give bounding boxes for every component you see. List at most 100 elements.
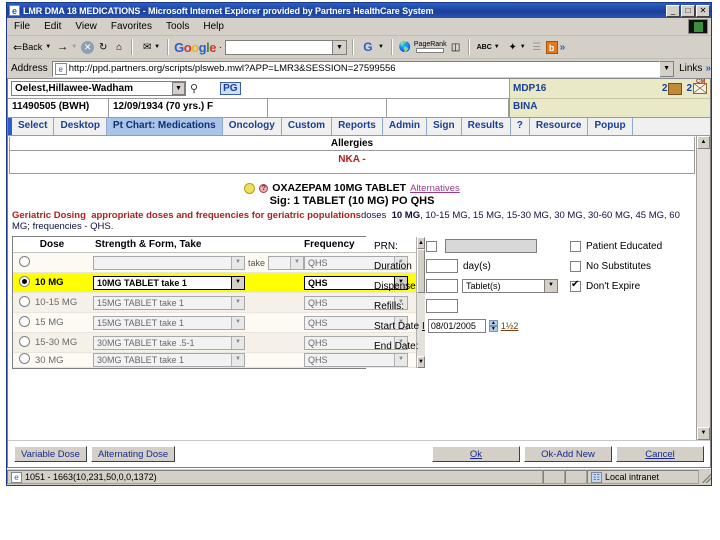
minimize-button[interactable]: _ <box>666 4 680 17</box>
links-overflow-icon[interactable]: » <box>705 63 711 74</box>
table-row[interactable]: 15-30 MG 30MG TABLET take .5-1 ▼ QHS ▼ <box>13 333 417 353</box>
tab-admin[interactable]: Admin <box>383 118 427 135</box>
tab-help[interactable]: ? <box>511 118 530 135</box>
menu-item-help[interactable]: Help <box>196 20 231 33</box>
patient-search-icon[interactable]: ⚲ <box>190 82 198 95</box>
dose-radio-icon[interactable] <box>18 295 30 307</box>
tab-resource[interactable]: Resource <box>530 118 589 135</box>
dose-radio-cell[interactable] <box>13 275 35 290</box>
strength-combo[interactable]: 30MG TABLET take .5-1 ▼ <box>93 335 245 350</box>
prn-checkbox[interactable] <box>426 240 437 252</box>
patient-dropdown-icon[interactable]: ▼ <box>172 82 185 95</box>
dose-radio-icon[interactable] <box>18 275 30 287</box>
dose-radio-icon[interactable] <box>18 353 30 364</box>
spinner-down-icon[interactable]: ▼ <box>488 326 498 332</box>
table-row[interactable]: 30 MG 30MG TABLET take 1 ▼ QHS ▼ <box>13 353 417 368</box>
google-search-input[interactable]: ▼ <box>224 39 347 55</box>
ok-add-new-button[interactable]: Ok-Add New <box>524 446 612 462</box>
strength-cell[interactable]: 15MG TABLET take 1 ▼ <box>93 315 304 330</box>
start-date-input[interactable]: 08/01/2005 <box>427 319 486 333</box>
variable-dose-button[interactable]: Variable Dose <box>14 446 87 462</box>
refills-input[interactable] <box>426 299 458 313</box>
tab-sign[interactable]: Sign <box>427 118 462 135</box>
back-dropdown-icon[interactable]: ▼ <box>45 44 51 50</box>
dose-radio-cell[interactable] <box>13 295 35 310</box>
page-scroll-track[interactable] <box>697 149 710 427</box>
tab-results[interactable]: Results <box>462 118 511 135</box>
start-date-spinner[interactable]: ▲ ▼ <box>488 320 498 332</box>
tab-select[interactable]: Select <box>12 118 55 135</box>
refresh-icon[interactable]: ↻ <box>96 40 110 54</box>
tab-oncology[interactable]: Oncology <box>223 118 282 135</box>
popup-blocker-icon[interactable]: b <box>545 40 558 54</box>
calculator-icon[interactable]: 1½2 <box>501 321 519 331</box>
strength-combo[interactable]: ▼ <box>93 255 245 270</box>
chevron-down-icon[interactable]: ▼ <box>231 256 244 269</box>
tab-reports[interactable]: Reports <box>332 118 383 135</box>
ok-button[interactable]: Ok <box>432 446 520 462</box>
dont-expire-checkbox[interactable] <box>570 279 581 292</box>
no-substitutes-row[interactable]: No Substitutes <box>570 256 692 276</box>
patient-select[interactable]: Oelest,Hillawee-Wadham ▼ <box>11 81 186 96</box>
chevron-down-icon[interactable]: ▼ <box>231 316 244 329</box>
patient-educated-row[interactable]: Patient Educated <box>570 236 692 256</box>
chevron-down-icon[interactable]: ▼ <box>231 276 244 289</box>
menu-item-view[interactable]: View <box>68 20 104 33</box>
tab-pt-chart-medications[interactable]: Pt Chart: Medications <box>106 118 223 135</box>
menu-item-edit[interactable]: Edit <box>37 20 68 33</box>
start-date-prefix[interactable]: I <box>422 321 425 332</box>
strength-cell[interactable]: 15MG TABLET take 1 ▼ <box>93 295 304 310</box>
page-scrollbar[interactable]: ▲ ▼ <box>696 136 710 440</box>
menu-item-tools[interactable]: Tools <box>159 20 196 33</box>
address-input[interactable]: e http://ppd.partners.org/scripts/plsweb… <box>51 60 661 77</box>
resize-grip-icon[interactable] <box>699 471 711 483</box>
dose-radio-icon[interactable] <box>18 315 30 327</box>
patient-educated-checkbox[interactable] <box>570 240 581 252</box>
highlight-dropdown-icon[interactable]: ▼ <box>520 44 526 50</box>
chevron-down-icon[interactable]: ▼ <box>290 256 304 269</box>
dispense-input[interactable] <box>426 279 458 293</box>
forward-button[interactable]: → ▼ <box>55 41 79 53</box>
dose-radio-icon[interactable] <box>18 335 30 347</box>
menu-item-favorites[interactable]: Favorites <box>104 20 159 33</box>
page-info-icon[interactable]: ◫ <box>449 40 463 54</box>
home-icon[interactable]: ⌂ <box>112 40 126 54</box>
help-dot-icon[interactable]: ? <box>259 183 269 193</box>
tab-popup[interactable]: Popup <box>588 118 633 135</box>
strength-cell[interactable]: 10MG TABLET take 1 ▼ <box>93 275 304 290</box>
address-dropdown-icon[interactable]: ▼ <box>660 60 675 77</box>
alternating-dose-button[interactable]: Alternating Dose <box>90 446 176 462</box>
spellcheck-dropdown-icon[interactable]: ▼ <box>494 44 500 50</box>
envelope-icon[interactable]: CM <box>693 79 707 94</box>
chevron-down-icon[interactable]: ▼ <box>231 336 244 349</box>
page-scroll-up-icon[interactable]: ▲ <box>697 136 710 149</box>
table-row[interactable]: 10-15 MG 15MG TABLET take 1 ▼ QHS ▼ <box>13 293 417 313</box>
links-label[interactable]: Links <box>679 63 702 74</box>
table-row[interactable]: ▼ take ▼ QHS ▼ <box>13 253 417 273</box>
toolbar-overflow-icon[interactable]: » <box>560 42 566 53</box>
strength-cell[interactable]: ▼ take ▼ <box>93 255 305 270</box>
page-scroll-down-icon[interactable]: ▼ <box>697 427 710 440</box>
notes-icon[interactable]: ☰ <box>530 40 544 54</box>
dose-radio-cell[interactable] <box>13 353 35 367</box>
alternatives-link[interactable]: Alternatives <box>410 183 460 194</box>
highlight-button[interactable]: ✦ ▼ <box>504 40 528 54</box>
strength-combo[interactable]: 30MG TABLET take 1 ▼ <box>93 353 245 367</box>
chevron-down-icon[interactable]: ▼ <box>231 354 244 366</box>
duration-input[interactable] <box>426 259 458 273</box>
tab-desktop[interactable]: Desktop <box>54 118 107 135</box>
dont-expire-row[interactable]: Don't Expire <box>570 276 692 296</box>
table-row[interactable]: 15 MG 15MG TABLET take 1 ▼ QHS ▼ <box>13 313 417 333</box>
close-button[interactable]: ✕ <box>696 4 710 17</box>
strength-combo[interactable]: 10MG TABLET take 1 ▼ <box>93 275 245 290</box>
strength-combo[interactable]: 15MG TABLET take 1 ▼ <box>93 295 245 310</box>
back-button[interactable]: ⇐ Back ▼ <box>11 41 53 54</box>
dose-radio-cell[interactable] <box>13 335 35 350</box>
take-combo[interactable]: ▼ <box>268 255 305 270</box>
menu-item-file[interactable]: File <box>7 20 37 33</box>
search-web-icon[interactable]: 🌎 <box>398 40 412 54</box>
prn-input[interactable] <box>445 239 537 253</box>
dose-radio-cell[interactable] <box>13 255 35 270</box>
strength-cell[interactable]: 30MG TABLET take 1 ▼ <box>93 353 304 367</box>
tab-custom[interactable]: Custom <box>282 118 333 135</box>
